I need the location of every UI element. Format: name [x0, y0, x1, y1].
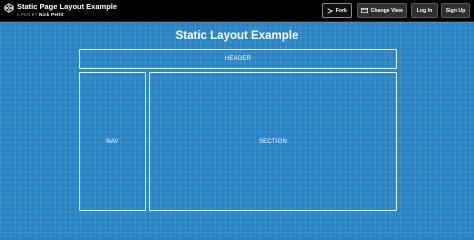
- change-view-label: Change View: [370, 7, 403, 14]
- signup-button[interactable]: Sign Up: [441, 3, 470, 18]
- login-label: Log In: [416, 7, 433, 14]
- page-title: Static Layout Example: [175, 30, 299, 42]
- signup-label: Sign Up: [445, 7, 466, 14]
- fork-icon: [327, 8, 334, 13]
- codepen-logo-icon[interactable]: [4, 3, 14, 13]
- pen-title: Static Page Layout Example: [17, 2, 118, 11]
- header-box: HEADER: [79, 49, 397, 69]
- section-label: SECTION: [258, 138, 288, 145]
- pen-byline: A PEN BY Nick Pettit: [17, 12, 64, 18]
- fork-label: Fork: [335, 7, 347, 14]
- byline-prefix: A PEN BY: [17, 12, 38, 17]
- top-bar: Static Page Layout Example A PEN BY Nick…: [0, 0, 474, 22]
- header-label: HEADER: [224, 56, 252, 62]
- nav-box: NAV: [79, 72, 146, 211]
- layout-icon: [361, 8, 369, 13]
- change-view-button[interactable]: Change View: [357, 3, 407, 18]
- preview-pane: Static Layout Example HEADER NAV SECTION: [0, 22, 474, 237]
- nav-label: NAV: [106, 138, 119, 145]
- login-button[interactable]: Log In: [411, 3, 438, 18]
- fork-button[interactable]: Fork: [322, 3, 352, 18]
- section-box: SECTION: [149, 72, 397, 211]
- author-link[interactable]: Nick Pettit: [39, 12, 64, 17]
